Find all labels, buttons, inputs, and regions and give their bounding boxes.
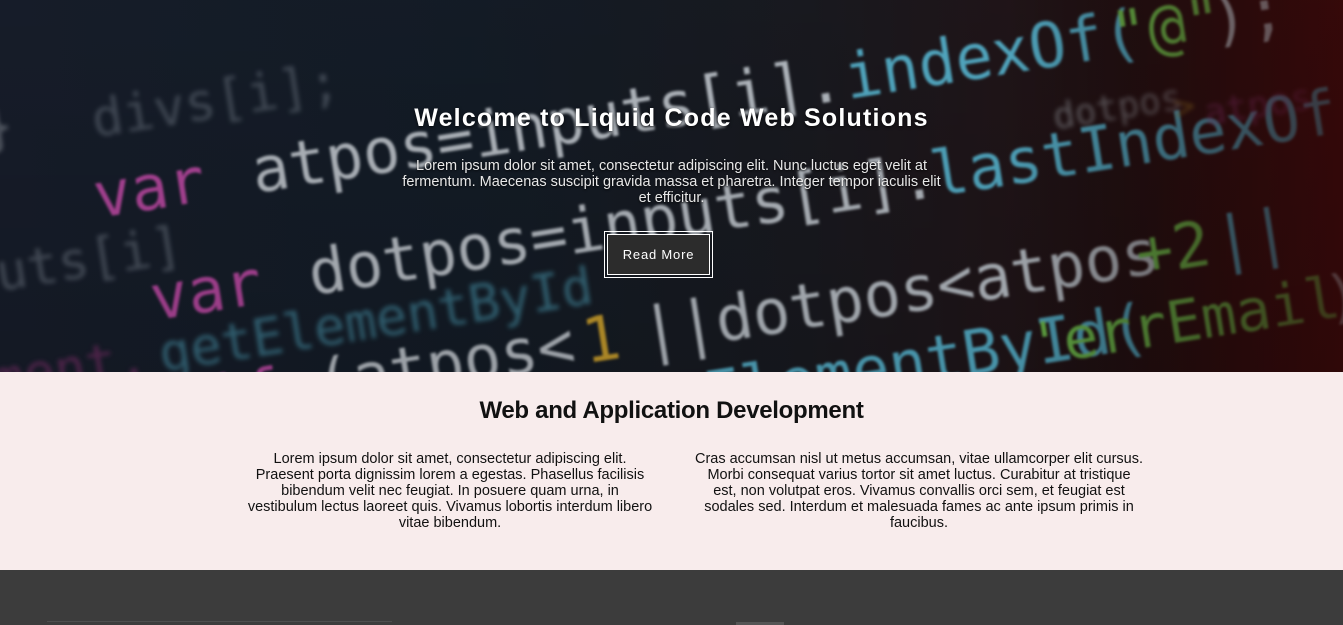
footer [0,570,1343,625]
read-more-label[interactable]: Read More [607,234,710,275]
hero-title: Welcome to Liquid Code Web Solutions [414,104,929,132]
read-more-button[interactable]: Read More [604,231,713,278]
footer-divider [47,621,392,622]
services-section: Web and Application Development Lorem ip… [0,372,1343,570]
hero-description: Lorem ipsum dolor sit amet, consectetur … [402,158,941,206]
services-left-text: Lorem ipsum dolor sit amet, consectetur … [247,451,653,531]
services-right-text: Cras accumsan nisl ut metus accumsan, vi… [694,451,1144,531]
services-title: Web and Application Development [479,397,864,424]
hero-section: } divs[i]; var atpos=inputs[i]. indexOf(… [0,0,1343,372]
